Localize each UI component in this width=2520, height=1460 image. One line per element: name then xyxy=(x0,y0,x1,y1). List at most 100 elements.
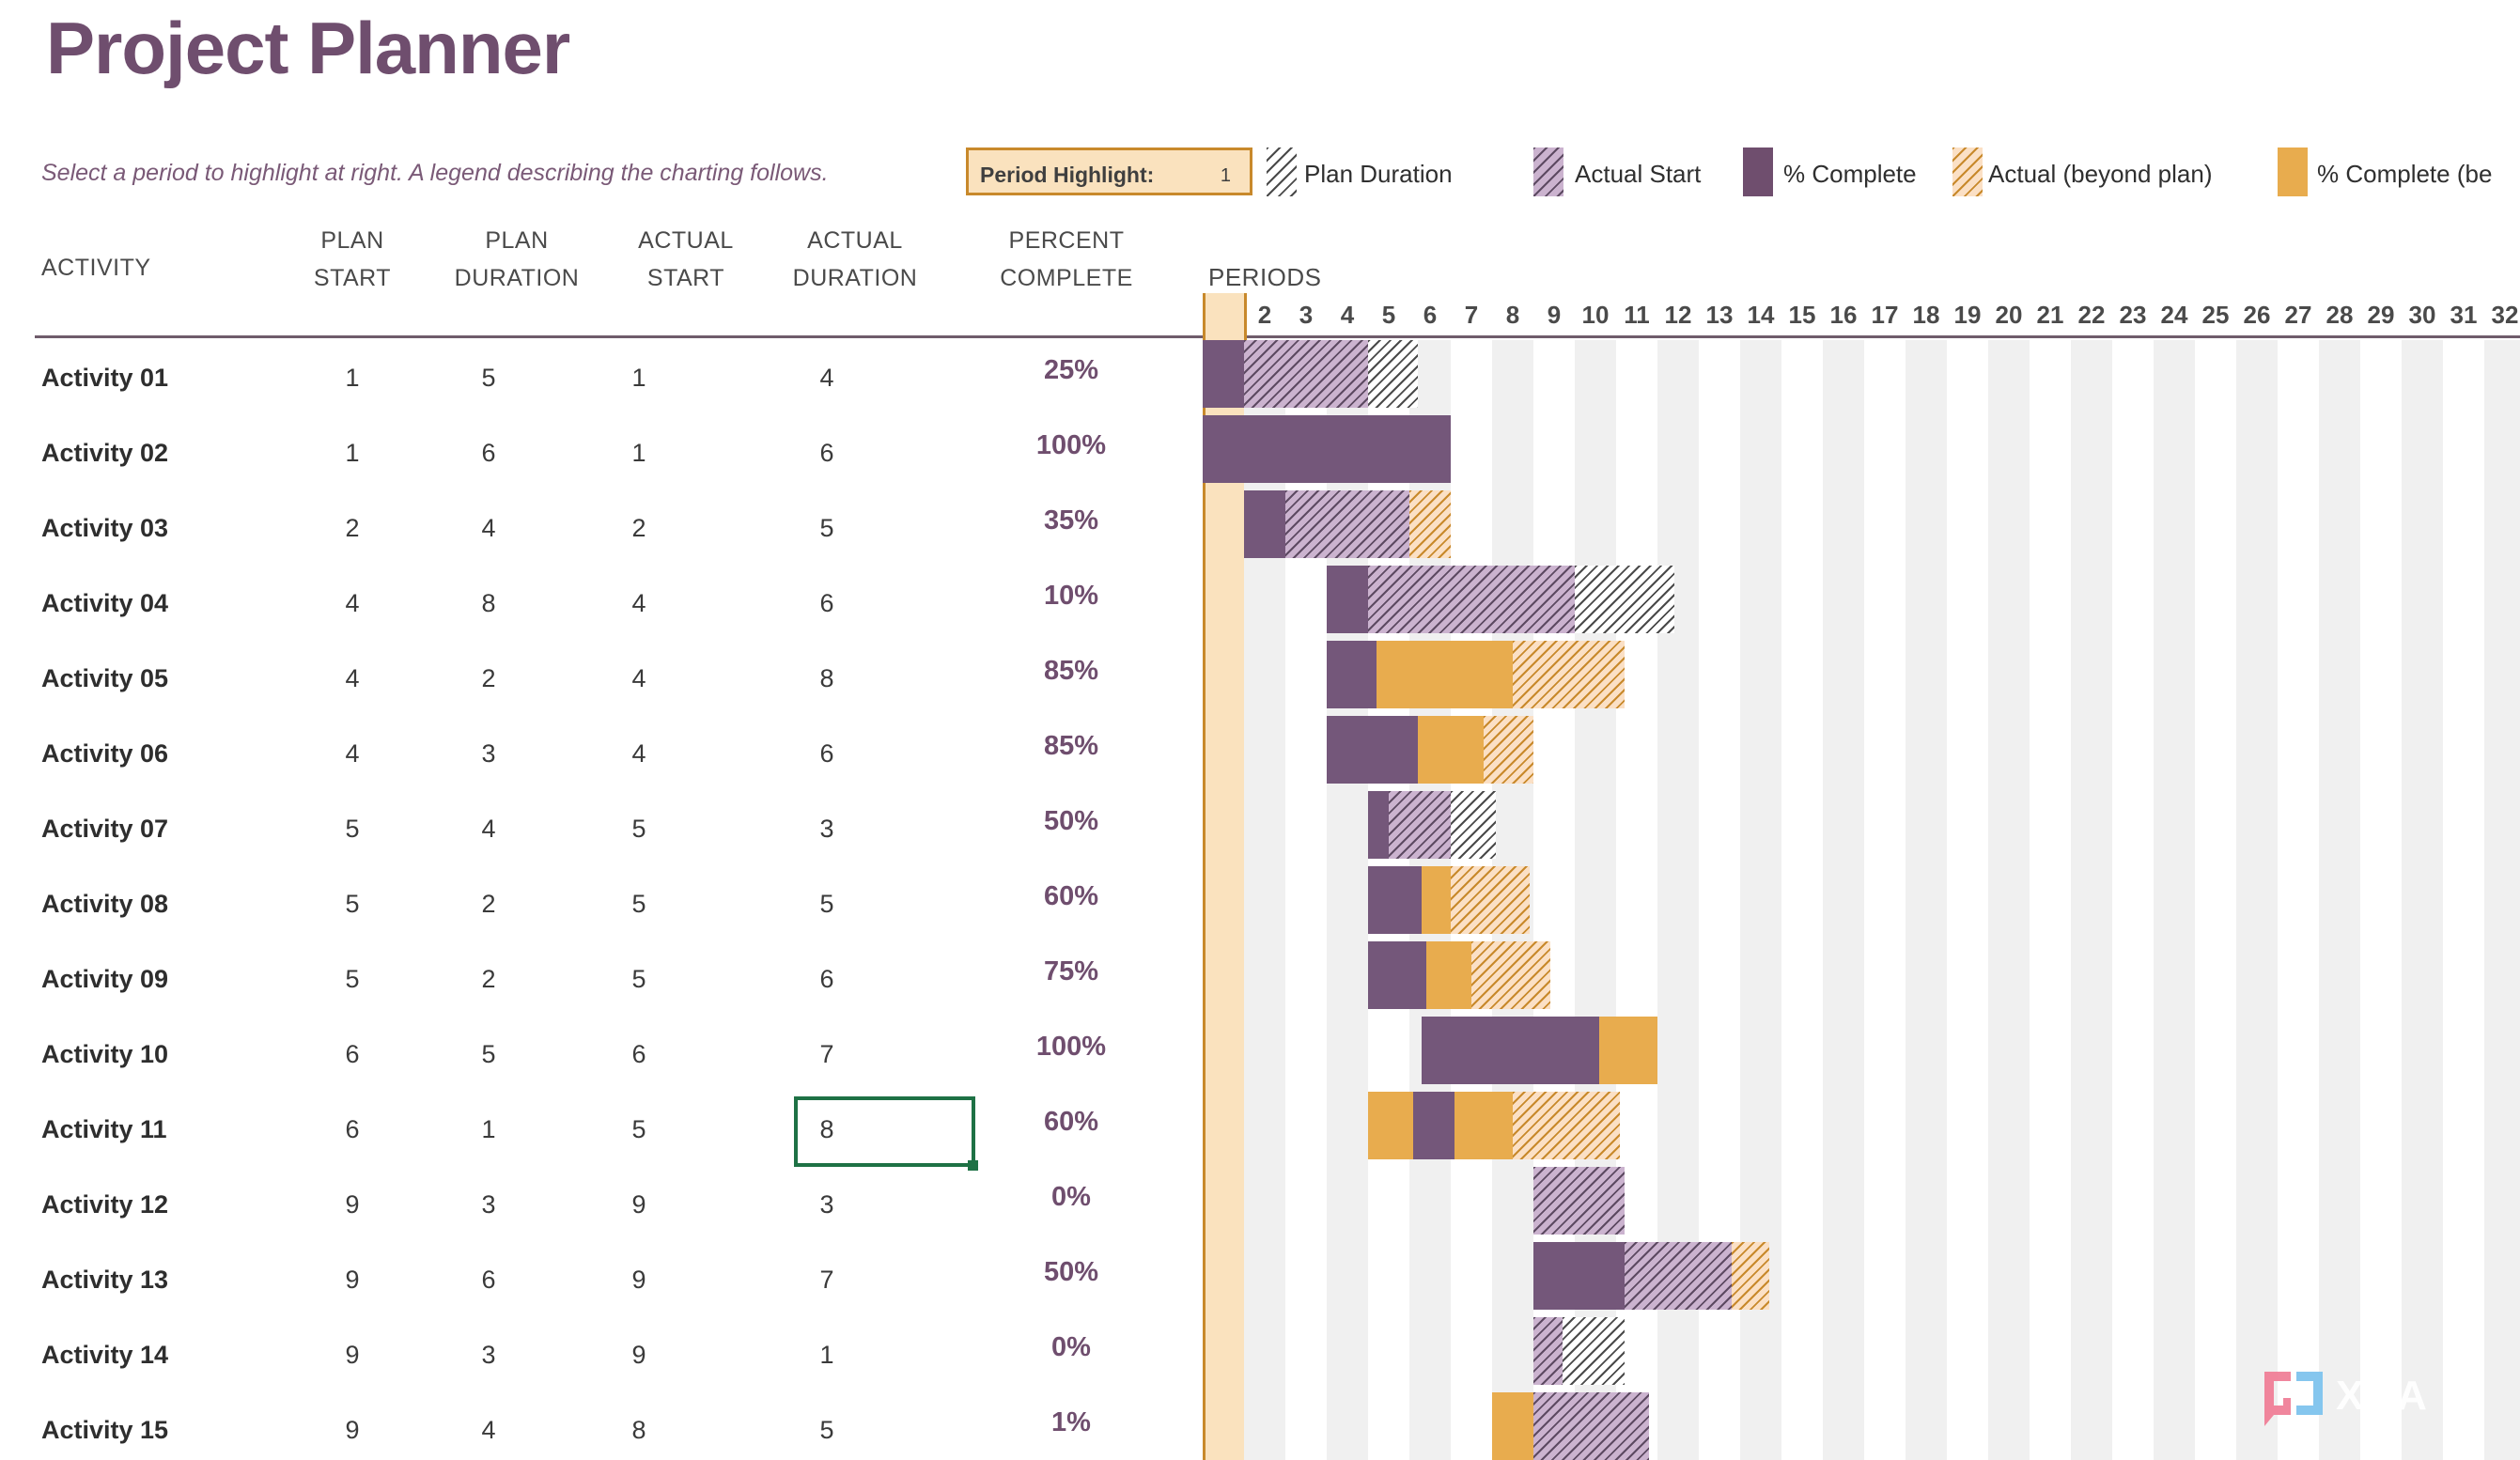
cell-actual_start[interactable]: 1 xyxy=(573,340,705,415)
cell-actual_start[interactable]: 9 xyxy=(573,1242,705,1317)
cell-percent_complete[interactable]: 0% xyxy=(958,1317,1184,1392)
cell-plan_duration[interactable]: 4 xyxy=(413,490,564,566)
cell-plan_start[interactable]: 1 xyxy=(291,415,413,490)
table-row[interactable]: Activity 02 1 6 1 6 100% xyxy=(0,415,1193,490)
cell-actual_start[interactable]: 2 xyxy=(573,490,705,566)
cell-actual_duration[interactable]: 3 xyxy=(742,791,911,866)
period-number-14[interactable]: 14 xyxy=(1740,293,1781,336)
period-number-16[interactable]: 16 xyxy=(1823,293,1864,336)
cell-plan_duration[interactable]: 3 xyxy=(413,716,564,791)
cell-plan_start[interactable]: 9 xyxy=(291,1242,413,1317)
cell-actual_duration[interactable]: 5 xyxy=(742,1392,911,1460)
cell-actual_start[interactable]: 4 xyxy=(573,566,705,641)
cell-actual_duration[interactable]: 4 xyxy=(742,340,911,415)
cell-percent_complete[interactable]: 75% xyxy=(958,941,1184,1017)
cell-plan_duration[interactable]: 5 xyxy=(413,340,564,415)
period-number-11[interactable]: 11 xyxy=(1616,293,1657,336)
period-number-9[interactable]: 9 xyxy=(1533,293,1575,336)
period-highlight-box[interactable]: Period Highlight: 1 xyxy=(966,148,1252,195)
period-number-30[interactable]: 30 xyxy=(2402,293,2443,336)
cell-actual_duration[interactable]: 8 xyxy=(742,641,911,716)
period-number-26[interactable]: 26 xyxy=(2236,293,2278,336)
cell-plan_start[interactable]: 9 xyxy=(291,1392,413,1460)
table-row[interactable]: Activity 07 5 4 5 3 50% xyxy=(0,791,1193,866)
table-row[interactable]: Activity 03 2 4 2 5 35% xyxy=(0,490,1193,566)
period-number-19[interactable]: 19 xyxy=(1947,293,1988,336)
cell-activity[interactable]: Activity 02 xyxy=(41,415,168,490)
cell-plan_duration[interactable]: 1 xyxy=(413,1092,564,1167)
cell-plan_start[interactable]: 6 xyxy=(291,1092,413,1167)
cell-percent_complete[interactable]: 60% xyxy=(958,866,1184,941)
cell-activity[interactable]: Activity 10 xyxy=(41,1017,168,1092)
cell-percent_complete[interactable]: 50% xyxy=(958,1242,1184,1317)
period-highlight-input[interactable]: 1 xyxy=(1221,165,1231,187)
cell-activity[interactable]: Activity 07 xyxy=(41,791,168,866)
cell-plan_start[interactable]: 1 xyxy=(291,340,413,415)
table-row[interactable]: Activity 15 9 4 8 5 1% xyxy=(0,1392,1193,1460)
cell-percent_complete[interactable]: 85% xyxy=(958,716,1184,791)
table-row[interactable]: Activity 09 5 2 5 6 75% xyxy=(0,941,1193,1017)
cell-percent_complete[interactable]: 25% xyxy=(958,340,1184,415)
cell-plan_duration[interactable]: 6 xyxy=(413,415,564,490)
cell-plan_start[interactable]: 4 xyxy=(291,641,413,716)
table-row[interactable]: Activity 13 9 6 9 7 50% xyxy=(0,1242,1193,1317)
cell-activity[interactable]: Activity 12 xyxy=(41,1167,168,1242)
cell-actual_duration[interactable]: 7 xyxy=(742,1017,911,1092)
cell-actual_duration[interactable]: 5 xyxy=(742,490,911,566)
cell-plan_duration[interactable]: 3 xyxy=(413,1167,564,1242)
period-number-13[interactable]: 13 xyxy=(1699,293,1740,336)
cell-activity[interactable]: Activity 08 xyxy=(41,866,168,941)
cell-actual_duration[interactable]: 6 xyxy=(742,415,911,490)
cell-activity[interactable]: Activity 15 xyxy=(41,1392,168,1460)
cell-plan_duration[interactable]: 8 xyxy=(413,566,564,641)
cell-actual_start[interactable]: 5 xyxy=(573,941,705,1017)
cell-plan_start[interactable]: 4 xyxy=(291,566,413,641)
cell-plan_start[interactable]: 4 xyxy=(291,716,413,791)
period-number-6[interactable]: 6 xyxy=(1409,293,1451,336)
cell-plan_start[interactable]: 5 xyxy=(291,866,413,941)
period-number-7[interactable]: 7 xyxy=(1451,293,1492,336)
cell-percent_complete[interactable]: 10% xyxy=(958,566,1184,641)
period-number-15[interactable]: 15 xyxy=(1781,293,1823,336)
period-number-28[interactable]: 28 xyxy=(2319,293,2360,336)
table-row[interactable]: Activity 04 4 8 4 6 10% xyxy=(0,566,1193,641)
cell-actual_start[interactable]: 6 xyxy=(573,1017,705,1092)
cell-actual_start[interactable]: 4 xyxy=(573,716,705,791)
period-number-2[interactable]: 2 xyxy=(1244,293,1285,336)
period-number-17[interactable]: 17 xyxy=(1864,293,1906,336)
cell-plan_start[interactable]: 9 xyxy=(291,1167,413,1242)
cell-activity[interactable]: Activity 09 xyxy=(41,941,168,1017)
cell-percent_complete[interactable]: 50% xyxy=(958,791,1184,866)
cell-percent_complete[interactable]: 85% xyxy=(958,641,1184,716)
cell-activity[interactable]: Activity 11 xyxy=(41,1092,167,1167)
period-number-24[interactable]: 24 xyxy=(2154,293,2195,336)
cell-plan_start[interactable]: 9 xyxy=(291,1317,413,1392)
cell-actual_duration[interactable]: 6 xyxy=(742,566,911,641)
cell-actual_start[interactable]: 4 xyxy=(573,641,705,716)
period-number-20[interactable]: 20 xyxy=(1988,293,2030,336)
table-row[interactable]: Activity 10 6 5 6 7 100% xyxy=(0,1017,1193,1092)
cell-actual_start[interactable]: 1 xyxy=(573,415,705,490)
cell-plan_duration[interactable]: 2 xyxy=(413,941,564,1017)
cell-plan_duration[interactable]: 5 xyxy=(413,1017,564,1092)
table-row[interactable]: Activity 05 4 2 4 8 85% xyxy=(0,641,1193,716)
period-number-29[interactable]: 29 xyxy=(2360,293,2402,336)
cell-plan_duration[interactable]: 2 xyxy=(413,866,564,941)
cell-plan_start[interactable]: 6 xyxy=(291,1017,413,1092)
cell-actual_duration[interactable]: 1 xyxy=(742,1317,911,1392)
period-number-5[interactable]: 5 xyxy=(1368,293,1409,336)
cell-plan_duration[interactable]: 4 xyxy=(413,791,564,866)
cell-percent_complete[interactable]: 60% xyxy=(958,1092,1184,1167)
cell-activity[interactable]: Activity 06 xyxy=(41,716,168,791)
cell-percent_complete[interactable]: 100% xyxy=(958,1017,1184,1092)
cell-activity[interactable]: Activity 04 xyxy=(41,566,168,641)
selected-cell-outline[interactable] xyxy=(794,1096,975,1167)
cell-actual_start[interactable]: 5 xyxy=(573,791,705,866)
cell-plan_start[interactable]: 5 xyxy=(291,941,413,1017)
period-number-31[interactable]: 31 xyxy=(2443,293,2484,336)
period-number-3[interactable]: 3 xyxy=(1285,293,1327,336)
cell-actual_duration[interactable]: 3 xyxy=(742,1167,911,1242)
cell-percent_complete[interactable]: 1% xyxy=(958,1392,1184,1460)
cell-percent_complete[interactable]: 35% xyxy=(958,490,1184,566)
cell-actual_start[interactable]: 5 xyxy=(573,866,705,941)
